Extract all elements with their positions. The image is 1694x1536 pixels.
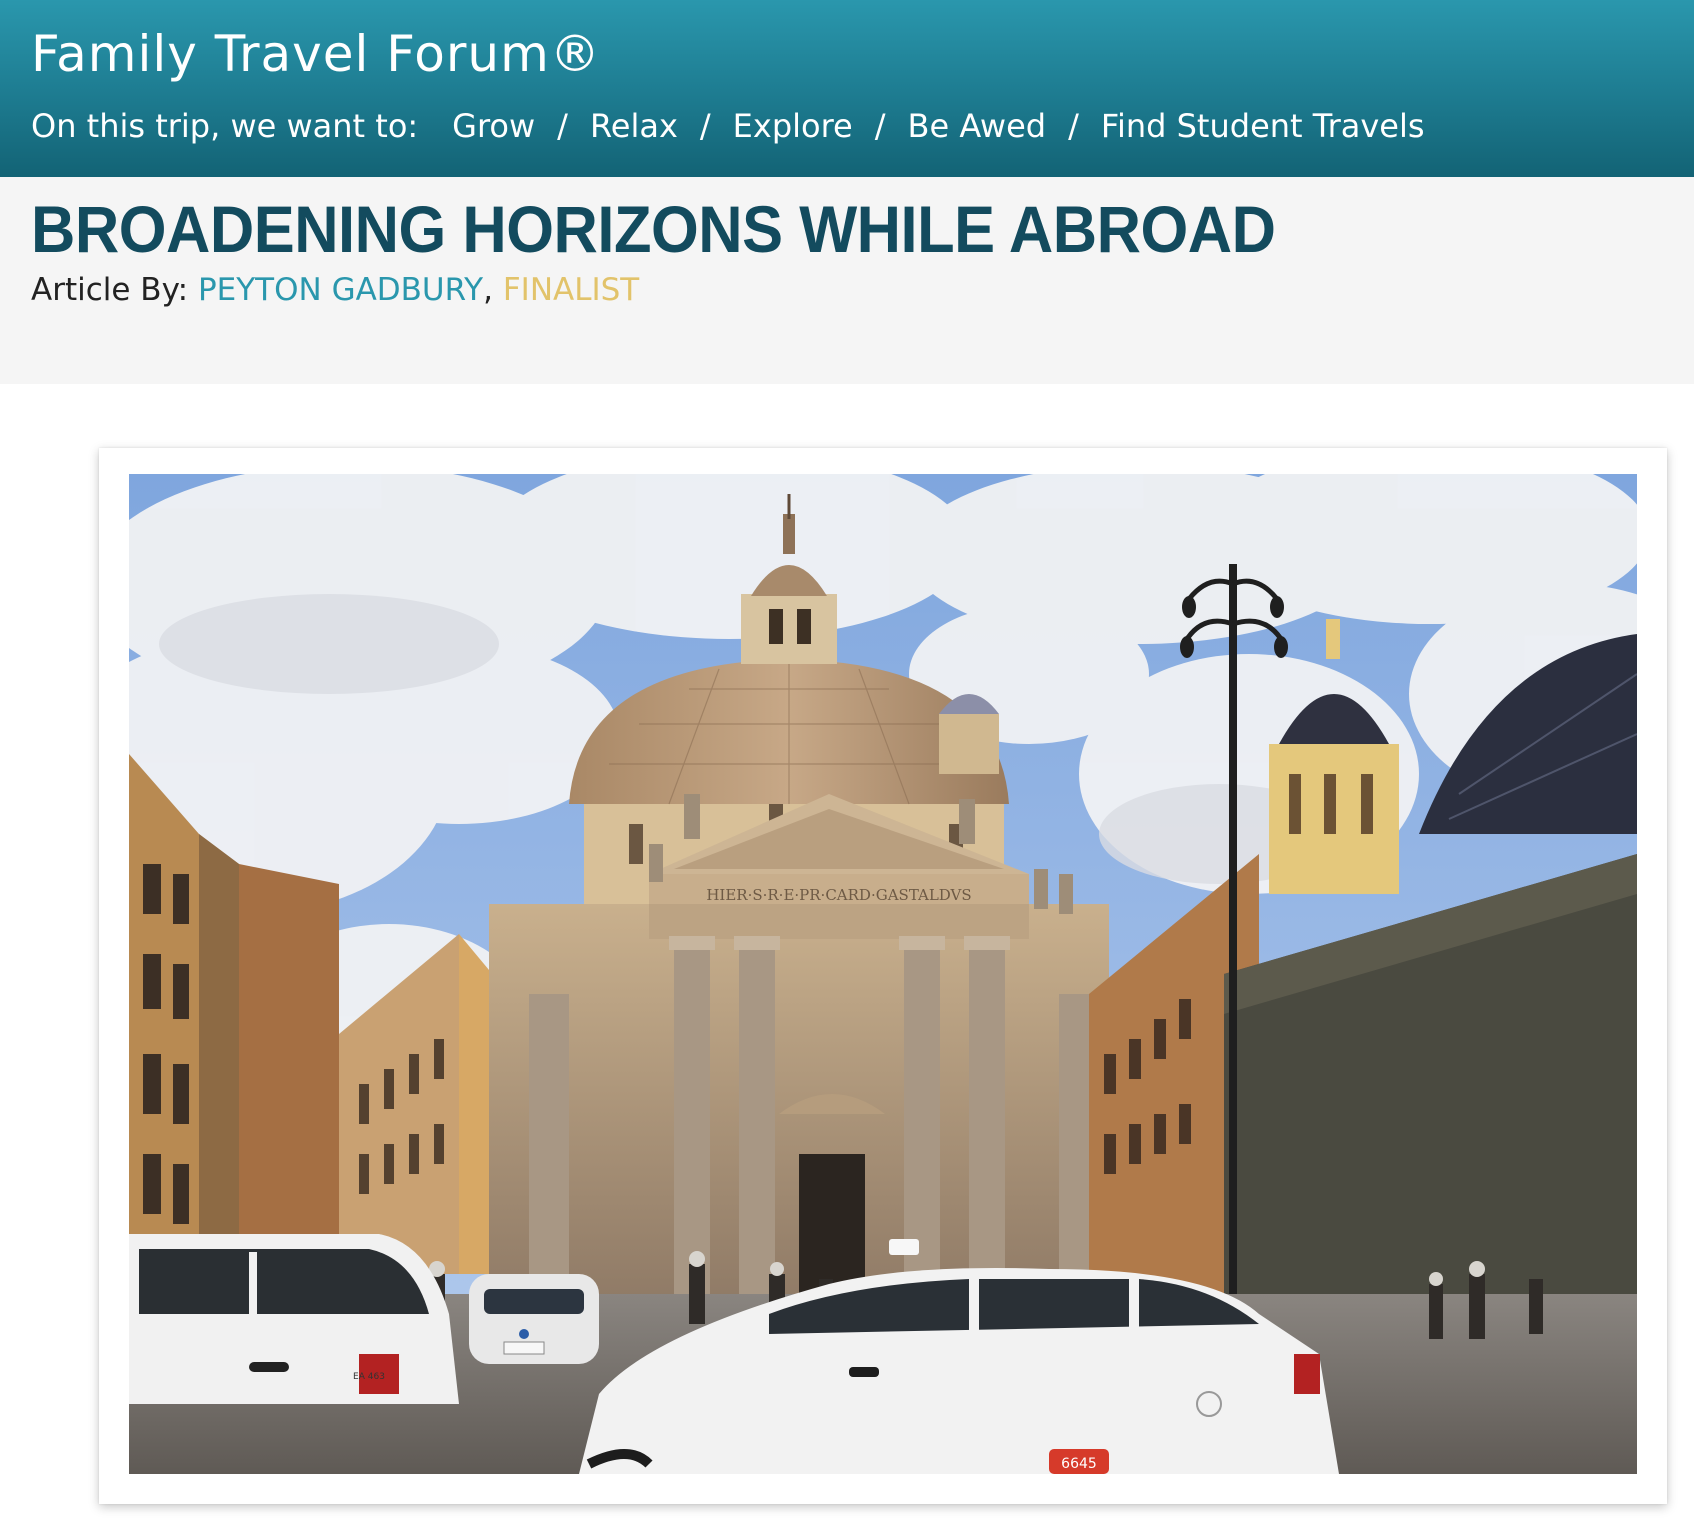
article-photo-frame: HIER·S·R·E·PR·CARD·GASTALDVS EA 463 6645 [99, 448, 1667, 1504]
nav-separator: / [1068, 107, 1079, 145]
byline-comma: , [483, 272, 493, 308]
nav-separator: / [874, 107, 886, 145]
nav-separator: / [557, 107, 568, 145]
nav-link-explore[interactable]: Explore [733, 107, 853, 145]
author-link[interactable]: PEYTON GADBURY [198, 272, 483, 308]
nav-separator: / [699, 107, 711, 145]
byline: Article By: PEYTON GADBURY, FINALIST [31, 272, 639, 308]
finalist-badge-link[interactable]: FINALIST [503, 272, 639, 308]
trip-prompt: On this trip, we want to: [31, 107, 419, 145]
article-photo: HIER·S·R·E·PR·CARD·GASTALDVS EA 463 6645 [129, 474, 1637, 1474]
church-inscription: HIER·S·R·E·PR·CARD·GASTALDVS [706, 886, 971, 904]
article-title: BROADENING HORIZONS WHILE ABROAD [31, 192, 1276, 266]
left-car-plate: EA 463 [353, 1372, 385, 1382]
article-header: BROADENING HORIZONS WHILE ABROAD Article… [0, 177, 1694, 384]
site-header: Family Travel Forum® On this trip, we wa… [0, 0, 1694, 177]
taxi-number: 6645 [1061, 1456, 1097, 1472]
nav-link-find-student-travels[interactable]: Find Student Travels [1101, 107, 1425, 145]
nav-link-relax[interactable]: Relax [590, 107, 678, 145]
nav-link-grow[interactable]: Grow [452, 107, 535, 145]
site-title[interactable]: Family Travel Forum® [31, 25, 601, 83]
trip-nav: On this trip, we want to: Grow / Relax /… [31, 106, 1425, 146]
nav-link-be-awed[interactable]: Be Awed [908, 107, 1047, 145]
byline-prefix: Article By: [31, 272, 189, 308]
